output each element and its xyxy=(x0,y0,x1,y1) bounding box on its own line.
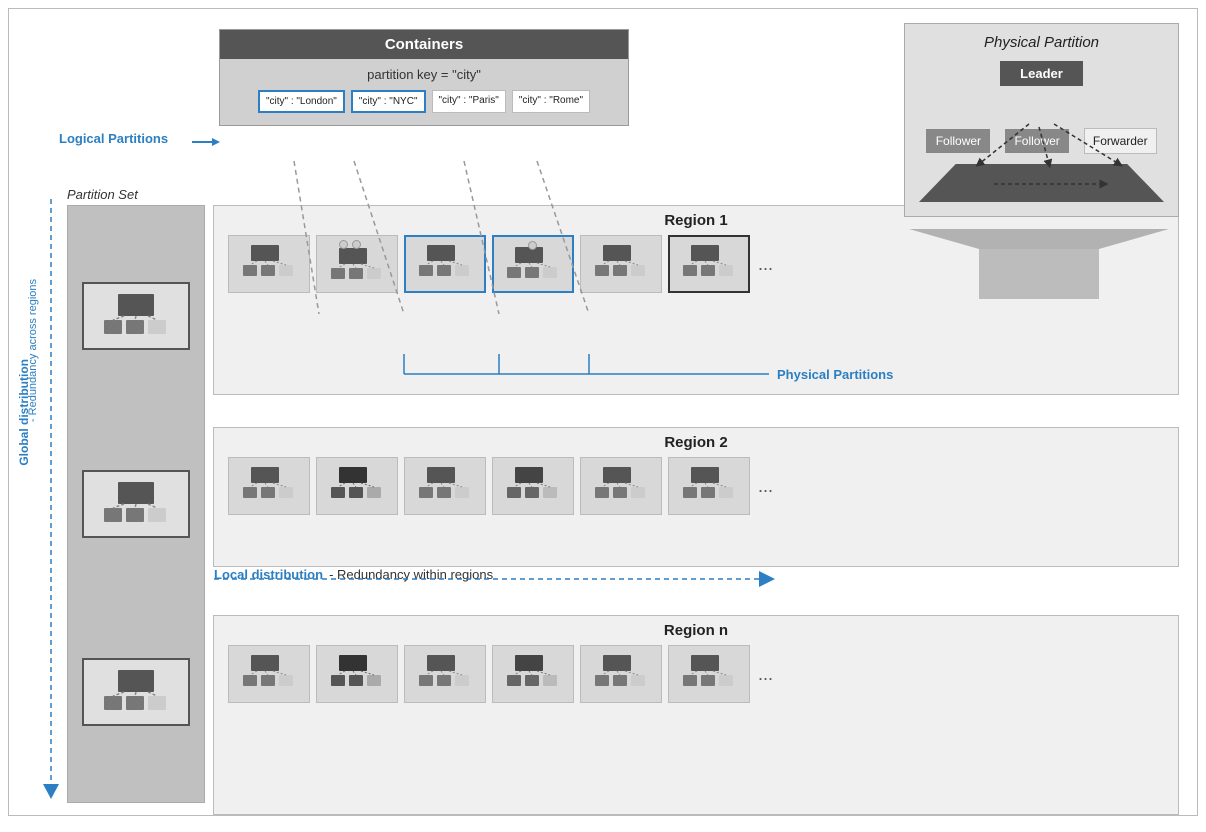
city-rome: "city" : "Rome" xyxy=(512,90,590,113)
r2-node-3 xyxy=(404,457,486,515)
main-container: Physical Partition Leader Follower Follo… xyxy=(8,8,1198,816)
r2-node-2 xyxy=(316,457,398,515)
logical-partitions-arrow xyxy=(192,135,222,149)
rn-node-6 xyxy=(668,645,750,703)
server-r1n4 xyxy=(503,245,563,287)
city-nyc: "city" : "NYC" xyxy=(351,90,426,113)
pset-node-3 xyxy=(82,658,190,726)
r1-ellipsis: ... xyxy=(758,254,773,275)
follower2-box: Follower xyxy=(1005,129,1069,153)
r2-node-5 xyxy=(580,457,662,515)
containers-box: Containers partition key = "city" "city"… xyxy=(219,29,629,126)
r2-node-1 xyxy=(228,457,310,515)
server-r1n2 xyxy=(327,246,387,288)
region1-box: Region 1 xyxy=(213,205,1179,395)
server-icon-pset1 xyxy=(96,290,176,342)
follower1-box: Follower xyxy=(926,129,990,153)
partition-set-column xyxy=(67,205,205,803)
r2-node-6 xyxy=(668,457,750,515)
city-london: "city" : "London" xyxy=(258,90,345,113)
server-r1n3 xyxy=(415,243,475,285)
local-distribution-area: Local distribution - Redundancy within r… xyxy=(214,567,493,582)
r1-node-1 xyxy=(228,235,310,293)
pset-node-1 xyxy=(82,282,190,350)
r1-node-4 xyxy=(492,235,574,293)
logical-partitions-label: Logical Partitions xyxy=(59,131,168,146)
local-dist-label: Local distribution xyxy=(214,567,323,582)
rn-ellipsis: ... xyxy=(758,664,773,685)
server-r1n1 xyxy=(239,243,299,285)
city-paris: "city" : "Paris" xyxy=(432,90,506,113)
r1-node-2 xyxy=(316,235,398,293)
server-r1n5 xyxy=(591,243,651,285)
rn-node-2 xyxy=(316,645,398,703)
regionn-box: Region n ... xyxy=(213,615,1179,815)
rn-node-5 xyxy=(580,645,662,703)
server-icon-pset3 xyxy=(96,666,176,718)
containers-title-bar: Containers xyxy=(220,30,628,59)
physical-partition-title: Physical Partition xyxy=(919,34,1164,51)
r2-node-4 xyxy=(492,457,574,515)
physical-partition-box: Physical Partition Leader Follower Follo… xyxy=(904,23,1179,217)
partition-key-label: partition key = "city" xyxy=(220,67,628,82)
r1-node-3 xyxy=(404,235,486,293)
redundancy-across-regions-label: - Redundancy across regions xyxy=(27,279,39,422)
rn-node-4 xyxy=(492,645,574,703)
physical-partitions-label: Physical Partitions xyxy=(777,367,893,382)
r1-node-5 xyxy=(580,235,662,293)
region2-title: Region 2 xyxy=(214,428,1178,453)
local-dist-sub: - Redundancy within regions xyxy=(329,567,493,582)
region2-box: Region 2 ... xyxy=(213,427,1179,567)
server-r1n6 xyxy=(679,243,739,285)
forwarder-box: Forwarder xyxy=(1084,128,1157,154)
r1-node-6 xyxy=(668,235,750,293)
server-icon-pset2 xyxy=(96,478,176,530)
partition-set-label: Partition Set xyxy=(67,187,138,202)
regionn-title: Region n xyxy=(214,616,1178,641)
rn-node-3 xyxy=(404,645,486,703)
rn-node-1 xyxy=(228,645,310,703)
leader-box: Leader xyxy=(1000,61,1083,86)
pset-node-2 xyxy=(82,470,190,538)
r2-ellipsis: ... xyxy=(758,476,773,497)
